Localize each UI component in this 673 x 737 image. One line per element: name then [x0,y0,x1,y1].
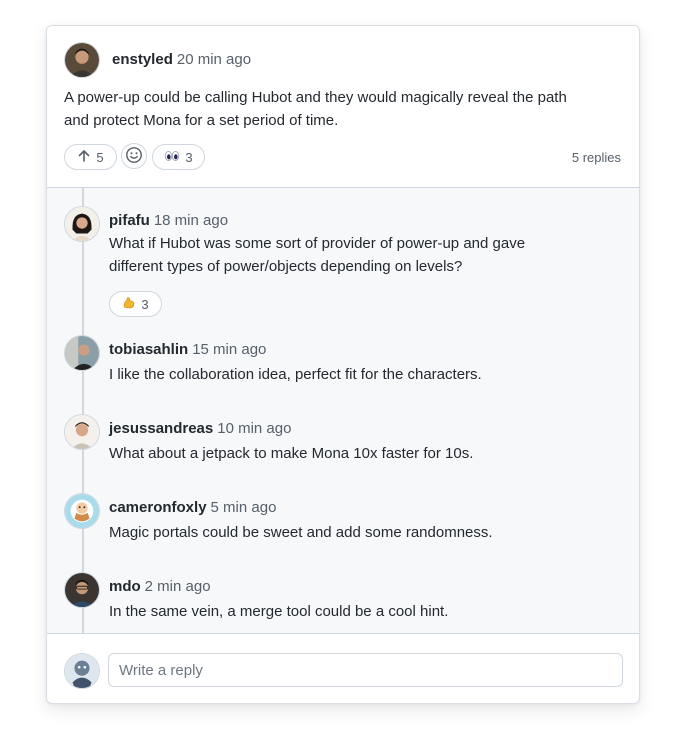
reply-body: I like the collaboration idea, perfect f… [109,363,482,386]
post-body-line: and protect Mona for a set period of tim… [64,112,339,129]
eyes-count: 3 [185,149,193,165]
reaction-count: 3 [141,296,149,312]
reply-time: 10 min ago [217,420,292,437]
reply-author[interactable]: jesussandreas [109,420,213,437]
current-user-avatar [64,653,100,689]
reply-input[interactable] [108,653,623,687]
reply-avatar[interactable] [64,493,100,529]
reply-author[interactable]: pifafu [109,212,150,229]
reply-body: In the same vein, a merge tool could be … [109,600,448,623]
upvote-count: 5 [96,149,104,165]
flexed-biceps-icon [122,296,136,313]
post-author[interactable]: enstyled [112,51,173,68]
reply-header: tobiasahlin 15 min ago [109,341,266,359]
reply-avatar[interactable] [64,572,100,608]
upvote-button[interactable]: 5 [64,144,117,170]
reply-header: pifafu 18 min ago [109,212,228,230]
reply-header: cameronfoxly 5 min ago [109,499,276,517]
author-avatar[interactable] [64,42,100,78]
reply-avatar[interactable] [64,335,100,371]
reply-body-line: Magic portals could be sweet and add som… [109,524,493,541]
eyes-icon [164,150,180,165]
thread-connector-line [82,188,84,634]
post-time: 20 min ago [176,51,252,68]
post-body-line: A power-up could be calling Hubot and th… [64,89,567,106]
reply-body-line: different types of power/objects dependi… [109,258,463,275]
reply-author[interactable]: cameronfoxly [109,499,207,516]
reply-avatar[interactable] [64,206,100,242]
add-reaction-button[interactable] [121,143,147,169]
smiley-icon [125,146,143,167]
reply-time: 15 min ago [192,341,267,358]
reply-author[interactable]: mdo [109,578,141,595]
reply-body-line: What if Hubot was some sort of provider … [109,235,526,252]
discussion-card: enstyled 20 min ago A power-up could be c… [46,25,640,704]
reply-body-line: What about a jetpack to make Mona 10x fa… [109,445,474,462]
reply-time: 18 min ago [153,212,229,229]
arrow-up-icon [77,149,91,166]
reply-body-line: In the same vein, a merge tool could be … [109,603,449,620]
reply-header: jesussandreas 10 min ago [109,420,291,438]
reply-body: What about a jetpack to make Mona 10x fa… [109,442,473,465]
reply-body: What if Hubot was some sort of provider … [109,232,525,278]
reply-body: Magic portals could be sweet and add som… [109,521,493,544]
original-post: enstyled 20 min ago A power-up could be c… [47,26,639,188]
reply-thread: pifafu 18 min ago What if Hubot was some … [47,188,639,634]
reply-time: 5 min ago [210,499,277,516]
reply-avatar[interactable] [64,414,100,450]
reply-time: 2 min ago [144,578,211,595]
post-header: enstyled 20 min ago [112,51,251,69]
reply-author[interactable]: tobiasahlin [109,341,188,358]
flexed-biceps-reaction-button[interactable]: 3 [109,291,162,317]
post-body: A power-up could be calling Hubot and th… [64,86,567,132]
replies-count[interactable]: 5 replies [572,150,621,165]
eyes-reaction-button[interactable]: 3 [152,144,205,170]
reply-body-line: I like the collaboration idea, perfect f… [109,366,482,383]
reply-header: mdo 2 min ago [109,578,211,596]
